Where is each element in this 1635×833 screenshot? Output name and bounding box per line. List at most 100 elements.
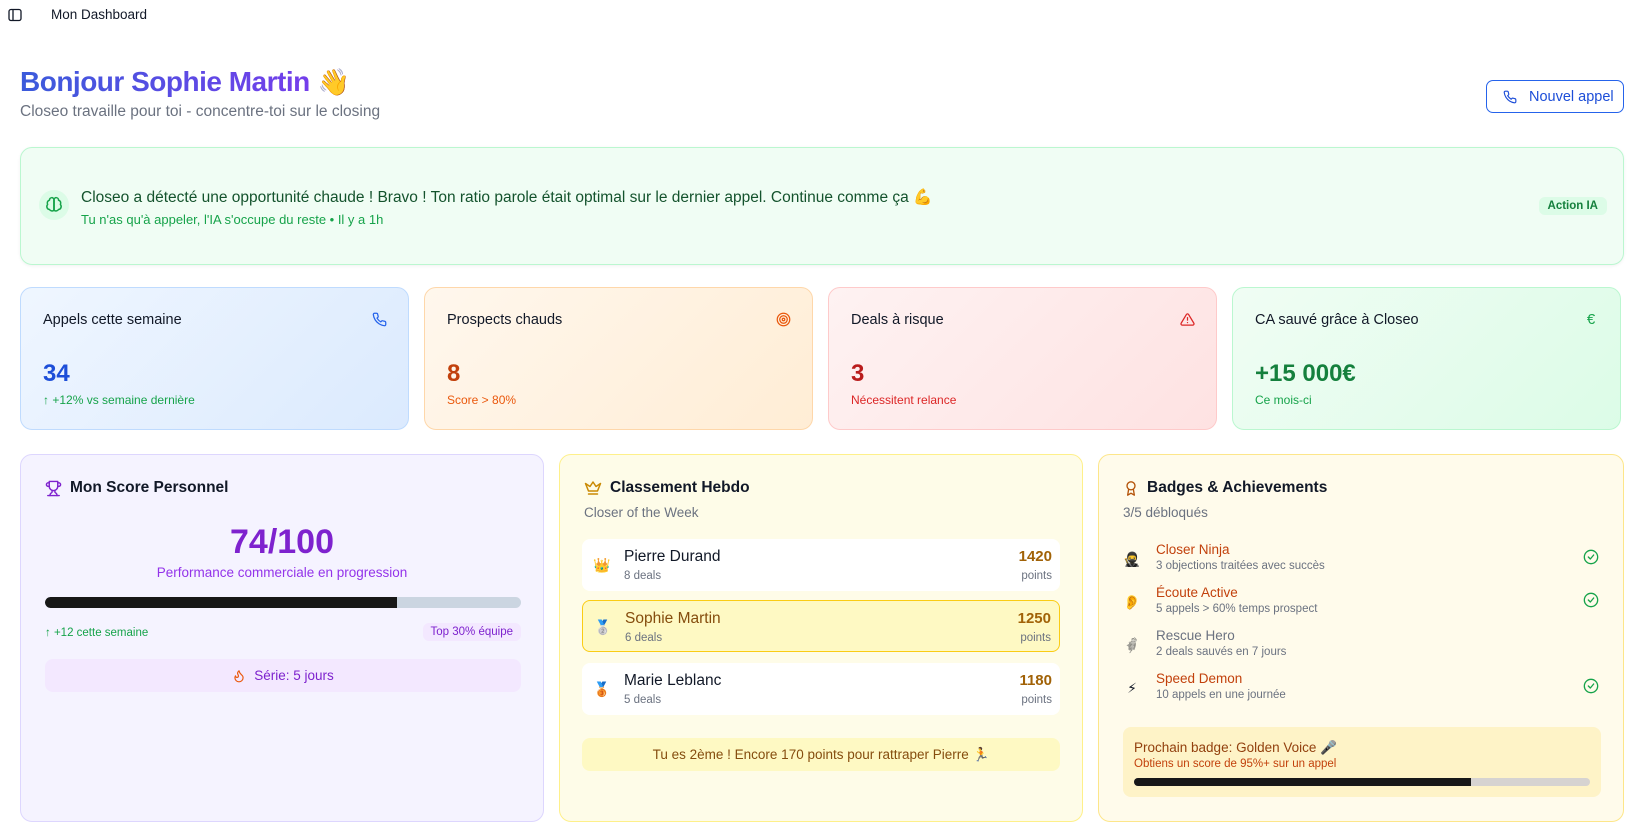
ranking-deals: 8 deals [624, 570, 662, 582]
panel-title-text: Badges & Achievements [1147, 479, 1328, 496]
ranking-points: 1250 [1017, 610, 1051, 627]
next-badge-subtitle: Obtiens un score de 95%+ sur un appel [1134, 758, 1337, 770]
score-value: 74/100 [230, 523, 334, 561]
stat-value: 34 [43, 360, 70, 387]
personal-score-panel: Mon Score Personnel 74/100 Performance c… [20, 454, 544, 822]
brain-icon [39, 190, 69, 220]
badge-name: Speed Demon [1156, 671, 1243, 686]
badge-item[interactable]: 👂 Écoute Active 5 appels > 60% temps pro… [1123, 585, 1603, 621]
stat-card-revenue-saved: CA sauvé grâce à Closeo € +15 000€ Ce mo… [1232, 287, 1621, 430]
next-badge-progress-bar [1134, 778, 1590, 786]
next-badge-title: Prochain badge: Golden Voice 🎤 [1134, 740, 1337, 755]
flame-icon [234, 669, 244, 682]
badge-desc: 3 objections traitées avec succès [1156, 560, 1325, 572]
panel-title-text: Mon Score Personnel [70, 479, 229, 496]
lightning-icon: ⚡ [1127, 679, 1137, 696]
target-icon [774, 310, 792, 328]
next-badge-progress-fill [1134, 778, 1472, 786]
ai-action-badge: Action IA [1538, 197, 1607, 215]
check-circle-icon [1583, 678, 1599, 694]
team-rank-badge: Top 30% équipe [422, 623, 521, 641]
stat-sub-text: +12% vs semaine dernière [52, 393, 195, 407]
ranking-row[interactable]: 🥉 Marie Leblanc 5 deals 1180 points [582, 663, 1060, 715]
streak-text: Série: 5 jours [254, 668, 334, 683]
stat-sub: Ce mois-ci [1255, 393, 1312, 407]
weekly-ranking-panel: Classement Hebdo Closer of the Week 👑 Pi… [559, 454, 1083, 822]
ranking-note: Tu es 2ème ! Encore 170 points pour ratt… [582, 738, 1060, 771]
ear-icon: 👂 [1123, 593, 1141, 610]
ai-message: Closeo a détecté une opportunité chaude … [81, 189, 933, 206]
ranking-points: 1180 [1019, 672, 1052, 689]
silver-medal-icon: 🥈 [594, 618, 612, 635]
euro-icon: € [1586, 310, 1596, 328]
phone-icon [1503, 90, 1517, 103]
crown-icon [584, 481, 602, 495]
ranking-points-label: points [1020, 632, 1051, 644]
superhero-icon: 🦸 [1123, 636, 1141, 653]
badges-panel: Badges & Achievements 3/5 débloqués 🥷 Cl… [1098, 454, 1624, 822]
score-progress-fill [45, 597, 398, 608]
score-description: Performance commerciale en progression [156, 565, 408, 580]
stat-label: Deals à risque [851, 312, 944, 328]
ranking-deals: 6 deals [625, 632, 663, 644]
badge-name: Closer Ninja [1156, 542, 1230, 557]
ai-insight-banner: Closeo a détecté une opportunité chaude … [20, 147, 1624, 265]
ranking-points-label: points [1021, 570, 1052, 582]
ninja-icon: 🥷 [1123, 550, 1141, 567]
next-badge-card: Prochain badge: Golden Voice 🎤 Obtiens u… [1123, 727, 1601, 797]
badge-desc: 10 appels en une journée [1156, 689, 1286, 701]
badge-item[interactable]: 🥷 Closer Ninja 3 objections traitées ave… [1123, 542, 1603, 578]
score-delta-text: +12 cette semaine [53, 627, 149, 639]
ranking-name: Pierre Durand [624, 548, 721, 565]
panel-title: Badges & Achievements [1123, 479, 1327, 497]
score-progress-bar [45, 597, 521, 608]
panel-title-text: Classement Hebdo [610, 479, 750, 496]
sidebar-toggle-icon[interactable] [8, 8, 22, 22]
warning-icon [1178, 310, 1196, 328]
greeting-subtitle: Closeo travaille pour toi - concentre-to… [20, 103, 381, 120]
stat-card-deals-at-risk: Deals à risque 3 Nécessitent relance [828, 287, 1217, 430]
panel-subtitle: Closer of the Week [584, 505, 699, 520]
stat-sub: ↑ +12% vs semaine dernière [43, 393, 195, 407]
ranking-points-label: points [1021, 694, 1052, 706]
trophy-icon [45, 480, 62, 496]
ranking-name: Marie Leblanc [624, 672, 722, 689]
ai-meta: Tu n'as qu'à appeler, l'IA s'occupe du r… [81, 212, 384, 227]
ranking-row[interactable]: 👑 Pierre Durand 8 deals 1420 points [582, 539, 1060, 591]
badge-name: Rescue Hero [1156, 628, 1235, 643]
ranking-deals: 5 deals [624, 694, 662, 706]
stat-sub: Score > 80% [447, 393, 517, 407]
check-circle-icon [1583, 592, 1599, 608]
stat-sub: Nécessitent relance [851, 393, 957, 407]
phone-icon [370, 310, 388, 328]
score-delta: ↑ +12 cette semaine [45, 627, 149, 639]
badge-desc: 2 deals sauvés en 7 jours [1156, 646, 1287, 658]
wave-icon: 👋 [317, 66, 350, 97]
stat-label: Prospects chauds [447, 312, 563, 328]
stat-label: Appels cette semaine [43, 312, 182, 328]
streak-banner: Série: 5 jours [45, 659, 521, 692]
stat-card-calls: Appels cette semaine 34 ↑ +12% vs semain… [20, 287, 409, 430]
stat-value: +15 000€ [1255, 360, 1356, 387]
new-call-label: Nouvel appel [1529, 88, 1614, 105]
badge-item-locked[interactable]: 🦸 Rescue Hero 2 deals sauvés en 7 jours [1123, 628, 1603, 664]
panel-title: Mon Score Personnel [45, 479, 228, 497]
top-bar: Mon Dashboard [0, 0, 1635, 30]
badge-item[interactable]: ⚡ Speed Demon 10 appels en une journée [1123, 671, 1603, 707]
check-circle-icon [1583, 549, 1599, 565]
ranking-name: Sophie Martin [625, 610, 721, 627]
ranking-points: 1420 [1018, 548, 1052, 565]
award-icon [1126, 480, 1136, 496]
new-call-button[interactable]: Nouvel appel [1486, 80, 1624, 113]
bronze-medal-icon: 🥉 [593, 680, 611, 697]
stat-label: CA sauvé grâce à Closeo [1255, 312, 1419, 328]
stat-value: 8 [447, 360, 461, 387]
panel-title: Classement Hebdo [584, 479, 750, 497]
ranking-row-current-user[interactable]: 🥈 Sophie Martin 6 deals 1250 points [582, 600, 1060, 652]
greeting-text: Bonjour Sophie Martin [20, 66, 310, 97]
crown-medal-icon: 👑 [593, 556, 611, 573]
panel-subtitle: 3/5 débloqués [1123, 505, 1208, 520]
stat-value: 3 [851, 360, 865, 387]
badge-name: Écoute Active [1156, 585, 1238, 600]
greeting-heading: Bonjour Sophie Martin 👋 [20, 66, 350, 98]
